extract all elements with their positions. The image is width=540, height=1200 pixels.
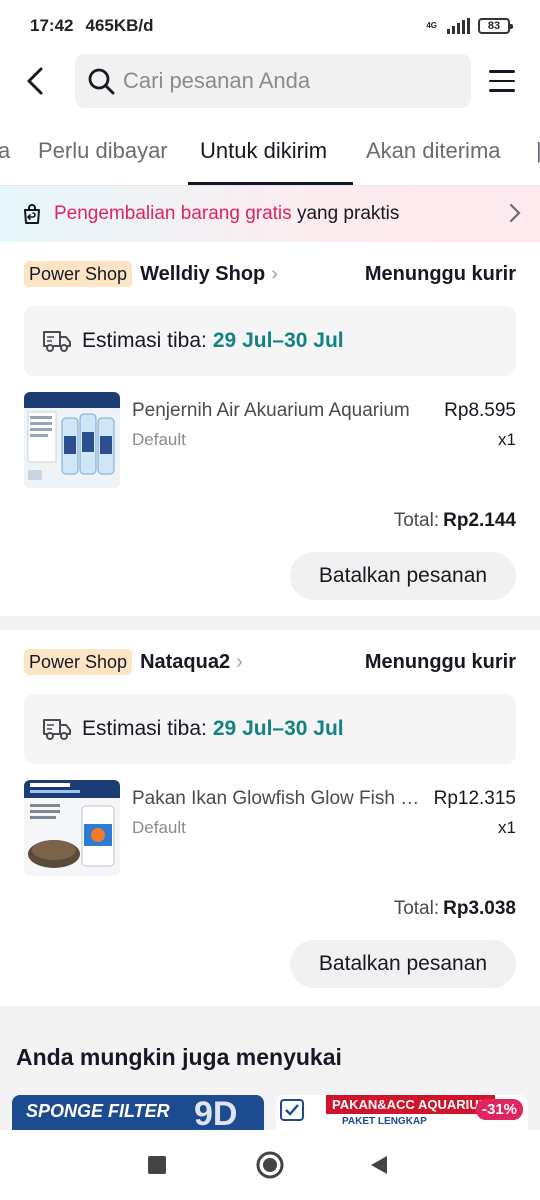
checkmark-badge-icon	[280, 1099, 304, 1121]
back-button[interactable]	[0, 52, 70, 110]
recommended-product-card[interactable]: PAKAN&ACC AQUARIUM PAKET LENGKAP -31%	[276, 1095, 528, 1130]
product-image	[24, 780, 120, 876]
order-total: Total: Rp3.038	[394, 898, 516, 920]
active-tab-indicator	[188, 182, 353, 185]
power-shop-badge: Power Shop	[24, 649, 133, 675]
delivery-estimate: Estimasi tiba: 29 Jul–30 Jul	[24, 694, 516, 764]
product-item[interactable]: Pakan Ikan Glowfish Glow Fish Pellet Def…	[24, 780, 516, 876]
truck-icon	[43, 719, 71, 740]
product-item[interactable]: Penjernih Air Akuarium Aquarium Default …	[24, 392, 516, 488]
status-bar: 17:42 465KB/d 4G 83	[0, 0, 540, 52]
product-quantity: x1	[498, 430, 516, 449]
shop-name[interactable]: Welldiy Shop	[140, 263, 265, 286]
cancel-order-button[interactable]: Batalkan pesanan	[290, 940, 516, 988]
status-time: 17:42	[30, 16, 74, 35]
status-speed: 465KB/d	[85, 16, 154, 35]
recommendations-section: Anda mungkin juga menyukai SPONGE FILTER…	[0, 1006, 540, 1130]
power-shop-badge: Power Shop	[24, 261, 133, 287]
back-triangle-icon[interactable]	[370, 1155, 388, 1175]
product-variant: Default	[132, 430, 186, 449]
total-label: Total:	[393, 510, 440, 531]
recent-apps-icon[interactable]	[148, 1156, 166, 1174]
battery-icon: 83	[478, 18, 513, 34]
total-amount: Rp3.038	[443, 898, 516, 919]
eta-label: Estimasi tiba:	[82, 329, 207, 352]
tab-previous[interactable]: a	[0, 138, 10, 164]
product-name: Penjernih Air Akuarium Aquarium	[132, 400, 410, 421]
recommended-product-card[interactable]: SPONGE FILTER 9D	[12, 1095, 264, 1130]
card-graphic: 9D	[194, 1095, 238, 1130]
battery-level: 83	[487, 20, 501, 32]
product-name: Pakan Ikan Glowfish Glow Fish Pellet	[132, 788, 422, 809]
banner-highlight: Pengembalian barang gratis	[54, 203, 292, 224]
eta-date: 29 Jul–30 Jul	[212, 717, 344, 740]
chevron-left-icon	[27, 67, 43, 95]
menu-icon-line	[489, 89, 515, 92]
shop-row[interactable]: Power Shop Welldiy Shop › Menunggu kurir	[24, 260, 516, 288]
section-divider	[0, 616, 540, 630]
order-status: Menunggu kurir	[364, 262, 516, 285]
menu-icon-line	[489, 70, 515, 73]
cancel-order-button[interactable]: Batalkan pesanan	[290, 552, 516, 600]
banner-suffix: yang praktis	[291, 203, 400, 224]
product-image	[24, 392, 120, 488]
search-input[interactable]	[123, 68, 443, 94]
chevron-right-icon	[509, 203, 521, 223]
chevron-right-icon: ›	[236, 650, 243, 673]
home-icon[interactable]	[256, 1151, 284, 1179]
order-status: Menunggu kurir	[364, 650, 516, 673]
search-bar[interactable]	[75, 54, 471, 108]
tab-perlu-dibayar[interactable]: Perlu dibayar	[38, 138, 168, 164]
card-sub-label: PAKET LENGKAP	[342, 1116, 427, 1127]
menu-button[interactable]	[484, 62, 520, 100]
product-quantity: x1	[498, 818, 516, 837]
shop-name[interactable]: Nataqua2	[140, 651, 230, 674]
tab-untuk-dikirim[interactable]: Untuk dikirim	[200, 138, 327, 164]
truck-icon	[43, 331, 71, 352]
header	[0, 52, 540, 110]
tab-akan-diterima[interactable]: Akan diterima	[366, 138, 501, 164]
tab-next-partial[interactable]: |	[536, 138, 540, 164]
shopping-bag-return-icon	[24, 204, 40, 224]
delivery-estimate: Estimasi tiba: 29 Jul–30 Jul	[24, 306, 516, 376]
shop-row[interactable]: Power Shop Nataqua2 › Menunggu kurir	[24, 648, 516, 676]
search-icon	[88, 68, 115, 95]
total-amount: Rp2.144	[443, 510, 516, 531]
card-title-text: SPONGE FILTER	[26, 1101, 170, 1121]
eta-label: Estimasi tiba:	[82, 717, 207, 740]
status-indicators: 4G 83	[426, 18, 513, 34]
system-navigation-bar	[0, 1130, 540, 1200]
eta-date: 29 Jul–30 Jul	[212, 329, 344, 352]
recommendations-title: Anda mungkin juga menyukai	[16, 1044, 342, 1070]
chevron-right-icon: ›	[271, 262, 278, 285]
network-type: 4G	[426, 21, 437, 30]
free-return-banner[interactable]: Pengembalian barang gratis yang praktis	[0, 186, 540, 242]
product-price: Rp12.315	[433, 788, 516, 809]
order-card: Power Shop Nataqua2 › Menunggu kurir Est…	[0, 630, 540, 1006]
total-label: Total:	[393, 898, 440, 919]
product-variant: Default	[132, 818, 186, 837]
card-top-label: PAKAN&ACC AQUARIUM	[326, 1095, 496, 1114]
discount-badge: -31%	[476, 1099, 524, 1120]
banner-text: Pengembalian barang gratis yang praktis	[54, 203, 399, 225]
order-card: Power Shop Welldiy Shop › Menunggu kurir…	[0, 242, 540, 616]
menu-icon-line	[489, 79, 515, 83]
signal-icon	[447, 18, 470, 34]
order-total: Total: Rp2.144	[394, 510, 516, 532]
order-tabs: a Perlu dibayar Untuk dikirim Akan diter…	[0, 122, 540, 186]
product-price: Rp8.595	[444, 400, 516, 421]
